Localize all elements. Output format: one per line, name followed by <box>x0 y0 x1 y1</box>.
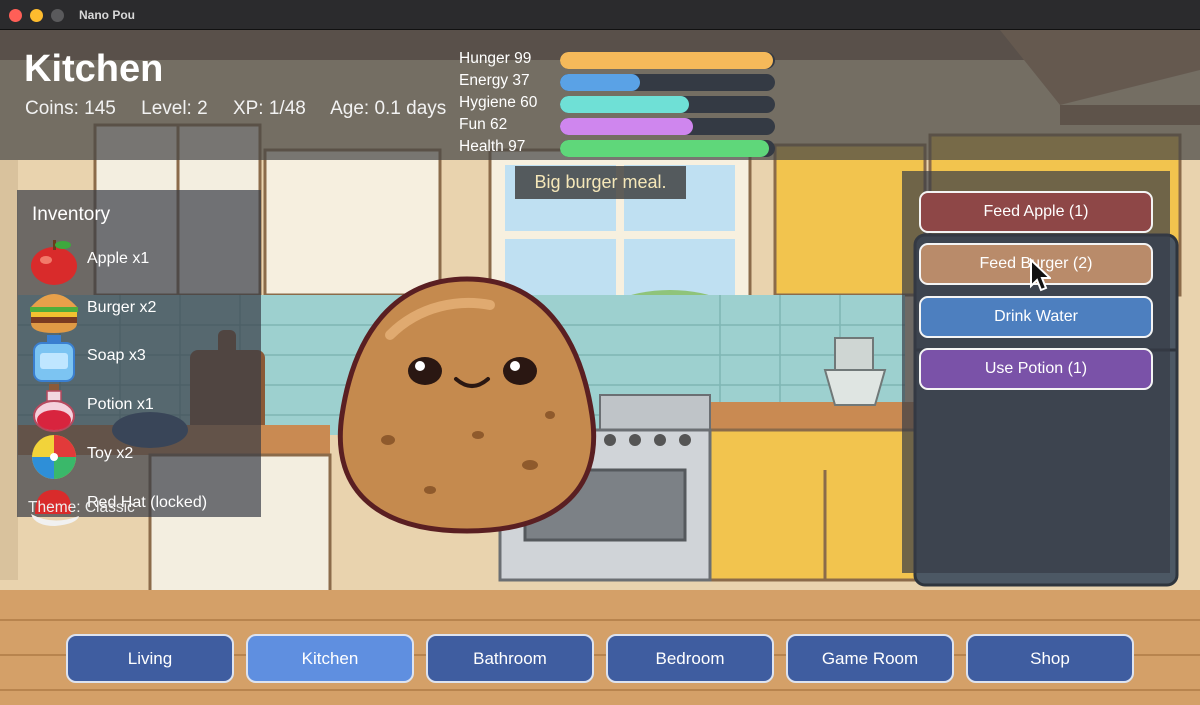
nav-game-room-button[interactable]: Game Room <box>786 634 954 683</box>
meter-label: Health 97 <box>459 138 526 155</box>
nav-bathroom-button[interactable]: Bathroom <box>426 634 594 683</box>
meter-row: Energy 37 <box>459 70 789 92</box>
age-label: Age: 0.1 days <box>330 98 447 119</box>
meter-row: Health 97 <box>459 136 789 158</box>
inventory-item-burger[interactable]: Burger x2 <box>27 285 259 333</box>
inventory-item-label: Burger x2 <box>87 299 157 316</box>
potato-pet[interactable] <box>330 275 605 535</box>
meter-fill <box>560 52 773 69</box>
app-window: Nano Pou Kitchen Coins: 145 Level: 2 XP:… <box>0 0 1200 705</box>
game-scene: Kitchen Coins: 145 Level: 2 XP: 1/48 Age… <box>0 30 1200 705</box>
burger-icon <box>30 294 78 333</box>
meter-track <box>560 74 775 91</box>
inventory-item-soap[interactable]: Soap x3 <box>27 333 259 382</box>
meter-fill <box>560 74 640 91</box>
player-stats: Coins: 145 Level: 2 XP: 1/48 Age: 0.1 da… <box>25 98 466 120</box>
meter-label: Energy 37 <box>459 72 530 89</box>
nav-living-button[interactable]: Living <box>66 634 234 683</box>
status-message: Big burger meal. <box>515 166 686 199</box>
inventory-item-label: Soap x3 <box>87 347 146 364</box>
meter-row: Hunger 99 <box>459 48 789 70</box>
actions-panel: Feed Apple (1) Feed Burger (2) Drink Wat… <box>902 171 1170 573</box>
inventory-item-apple[interactable]: Apple x1 <box>27 236 259 285</box>
stat-meters: Hunger 99 Energy 37 Hygiene 60 Fun 62 Health… <box>459 48 789 158</box>
title-bar: Nano Pou <box>0 0 1200 30</box>
meter-label: Hunger 99 <box>459 50 532 67</box>
window-title: Nano Pou <box>79 8 135 22</box>
theme-label: Theme: Classic <box>28 499 135 516</box>
inventory-item-toy[interactable]: Toy x2 <box>27 431 259 479</box>
meter-label: Fun 62 <box>459 116 508 133</box>
inventory-item-potion[interactable]: Potion x1 <box>27 382 259 432</box>
mouse-pointer-icon <box>1030 258 1051 292</box>
use-potion-button[interactable]: Use Potion (1) <box>919 348 1153 390</box>
soap-icon <box>33 335 75 382</box>
maximize-window-button[interactable] <box>51 9 64 22</box>
nav-kitchen-button[interactable]: Kitchen <box>246 634 414 683</box>
inventory-panel: Inventory Apple x1 Burger x2 Soap x3 Pot… <box>17 190 261 526</box>
beach-ball-icon <box>32 435 76 479</box>
level-label: Level: 2 <box>141 98 208 119</box>
meter-row: Hygiene 60 <box>459 92 789 114</box>
drink-water-button[interactable]: Drink Water <box>919 296 1153 338</box>
inventory-title: Inventory <box>32 204 111 225</box>
inventory-item-label: Toy x2 <box>87 445 134 462</box>
meter-track <box>560 52 775 69</box>
inventory-item-label: Potion x1 <box>87 396 154 413</box>
minimize-window-button[interactable] <box>30 9 43 22</box>
feed-apple-button[interactable]: Feed Apple (1) <box>919 191 1153 233</box>
meter-fill <box>560 118 694 135</box>
meter-fill <box>560 96 689 113</box>
nav-shop-button[interactable]: Shop <box>966 634 1134 683</box>
potion-icon <box>33 384 75 432</box>
meter-fill <box>560 140 769 157</box>
inventory-item-label: Apple x1 <box>87 250 150 267</box>
close-window-button[interactable] <box>9 9 22 22</box>
apple-icon <box>31 240 77 285</box>
meter-label: Hygiene 60 <box>459 94 538 111</box>
xp-label: XP: 1/48 <box>232 98 306 119</box>
meter-track <box>560 118 775 135</box>
coins-label: Coins: 145 <box>25 98 116 119</box>
meter-track <box>560 96 775 113</box>
meter-track <box>560 140 775 157</box>
nav-bedroom-button[interactable]: Bedroom <box>606 634 774 683</box>
room-title: Kitchen <box>24 48 164 90</box>
meter-row: Fun 62 <box>459 114 789 136</box>
